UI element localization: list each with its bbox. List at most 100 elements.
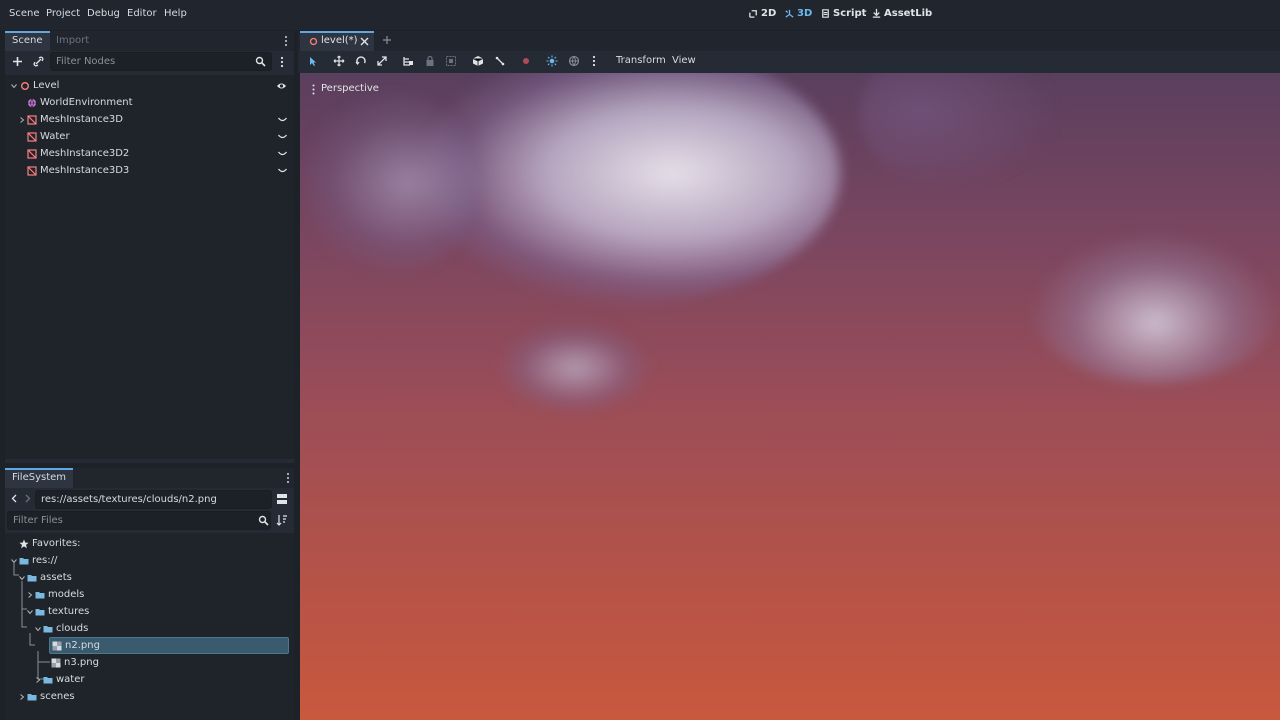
- favorites-row[interactable]: Favorites:: [19, 535, 81, 552]
- file-row-label: textures: [48, 606, 90, 617]
- snap-object-icon[interactable]: [472, 55, 484, 67]
- file-row-clouds[interactable]: clouds: [35, 620, 88, 637]
- chevron-down-icon[interactable]: [11, 83, 17, 89]
- sky-render: [300, 73, 1280, 720]
- select-tool-icon[interactable]: [307, 55, 319, 67]
- chevron-down-icon[interactable]: [19, 575, 25, 581]
- menu-help[interactable]: Help: [164, 8, 187, 19]
- file-row-n2-png[interactable]: n2.png: [49, 637, 289, 654]
- file-row-assets[interactable]: assets: [19, 569, 72, 586]
- workspace-script-button[interactable]: Script: [820, 8, 866, 19]
- download-icon: [872, 8, 881, 18]
- tree-node-label: MeshInstance3D3: [40, 165, 130, 176]
- lock-icon[interactable]: [424, 55, 436, 67]
- link-icon[interactable]: [33, 56, 44, 67]
- add-node-icon[interactable]: [12, 56, 23, 67]
- preview-sun-icon[interactable]: [520, 55, 532, 67]
- visibility-closed-eye-icon[interactable]: [278, 117, 287, 123]
- folder-icon: [27, 693, 37, 700]
- menu-project[interactable]: Project: [46, 8, 80, 19]
- tab-scene[interactable]: Scene: [5, 31, 50, 51]
- search-icon: [258, 515, 269, 526]
- tree-node-meshinstance3d[interactable]: MeshInstance3D: [19, 111, 291, 128]
- menu-scene[interactable]: Scene: [9, 8, 40, 19]
- tree-node-meshinstance3d3[interactable]: MeshInstance3D3: [27, 162, 291, 179]
- viewport-menu-icon[interactable]: [311, 84, 316, 95]
- tab-filesystem[interactable]: FileSystem: [5, 468, 74, 488]
- tree-node-label: WorldEnvironment: [40, 97, 133, 108]
- visibility-closed-eye-icon[interactable]: [278, 134, 287, 140]
- menu-bar: Scene Project Debug Editor Help 2D 3D Sc…: [0, 0, 1280, 30]
- scene-options-icon[interactable]: [279, 56, 285, 68]
- forward-arrow-icon[interactable]: [25, 494, 31, 503]
- back-arrow-icon[interactable]: [11, 494, 17, 503]
- sun-icon[interactable]: [546, 55, 558, 67]
- split-mode-icon[interactable]: [276, 493, 288, 505]
- tree-node-meshinstance3d2[interactable]: MeshInstance3D2: [27, 145, 291, 162]
- add-tab-icon[interactable]: [382, 35, 392, 45]
- group-icon[interactable]: [445, 55, 457, 67]
- chevron-right-icon[interactable]: [27, 591, 33, 598]
- image-file-icon: [52, 641, 62, 650]
- chevron-right-icon[interactable]: [19, 693, 25, 700]
- rotate-tool-icon[interactable]: [355, 55, 367, 67]
- workspace-3d-button[interactable]: 3D: [784, 8, 812, 19]
- path-field[interactable]: res://assets/textures/clouds/n2.png: [35, 490, 272, 509]
- file-row-label: models: [48, 589, 85, 600]
- file-row-water[interactable]: water: [35, 671, 85, 688]
- folder-icon: [43, 625, 53, 632]
- view-menu[interactable]: View: [672, 55, 696, 66]
- move-tool-icon[interactable]: [333, 55, 345, 67]
- filter-nodes-input[interactable]: Filter Nodes: [50, 52, 272, 71]
- 3d-viewport[interactable]: Perspective: [300, 73, 1280, 720]
- viewport-perspective-label[interactable]: Perspective: [321, 83, 379, 94]
- menu-debug[interactable]: Debug: [87, 8, 120, 19]
- scene-tab-label: level(*): [321, 35, 358, 46]
- tab-import[interactable]: Import: [49, 31, 96, 51]
- filter-files-input[interactable]: Filter Files: [7, 511, 271, 530]
- node3d-icon: [21, 81, 29, 90]
- chevron-down-icon[interactable]: [27, 609, 33, 615]
- transform-menu[interactable]: Transform: [616, 55, 666, 66]
- scene-tab-level[interactable]: level(*): [300, 31, 374, 51]
- tree-node-label: Level: [33, 80, 60, 91]
- dock-menu-icon[interactable]: [285, 472, 291, 484]
- tree-node-level[interactable]: Level: [11, 77, 291, 94]
- file-row-textures[interactable]: textures: [27, 603, 89, 620]
- visibility-closed-eye-icon[interactable]: [278, 168, 287, 174]
- folder-icon: [35, 608, 45, 615]
- visibility-eye-icon[interactable]: [276, 82, 287, 90]
- bone-icon[interactable]: [494, 55, 506, 67]
- file-row-n3-png[interactable]: n3.png: [51, 654, 99, 671]
- chevron-down-icon[interactable]: [35, 626, 41, 632]
- more-options-icon[interactable]: [591, 55, 597, 67]
- folder-icon: [35, 591, 45, 598]
- tree-node-worldenvironment[interactable]: WorldEnvironment: [27, 94, 291, 111]
- star-icon: [19, 539, 29, 548]
- scale-tool-icon[interactable]: [376, 55, 388, 67]
- chevron-right-icon[interactable]: [35, 676, 41, 683]
- workspace-assetlib-label: AssetLib: [884, 8, 933, 19]
- visibility-closed-eye-icon[interactable]: [278, 151, 287, 157]
- dock-menu-icon[interactable]: [283, 35, 289, 47]
- workspace-3d-label: 3D: [797, 8, 813, 19]
- 2d-icon: [749, 10, 757, 18]
- list-select-icon[interactable]: [402, 55, 414, 67]
- chevron-right-icon[interactable]: [19, 116, 25, 123]
- workspace-assetlib-button[interactable]: AssetLib: [871, 8, 932, 19]
- filesystem-dock-tabbar: FileSystem: [5, 468, 294, 488]
- tree-node-water[interactable]: Water: [27, 128, 291, 145]
- scene-dock-tabbar: Scene Import: [5, 31, 294, 51]
- file-row-label: n3.png: [64, 657, 99, 668]
- file-row-label: n2.png: [65, 640, 100, 651]
- scene-dock: Scene Import Filter Nodes Level WorldEnv…: [5, 31, 294, 463]
- file-row-scenes[interactable]: scenes: [19, 688, 75, 705]
- file-row-models[interactable]: models: [27, 586, 84, 603]
- tree-node-label: MeshInstance3D2: [40, 148, 130, 159]
- sort-icon[interactable]: [276, 514, 288, 526]
- environment-globe-icon[interactable]: [568, 55, 580, 67]
- workspace-2d-button[interactable]: 2D: [748, 8, 776, 19]
- menu-editor[interactable]: Editor: [127, 8, 157, 19]
- workspace-2d-label: 2D: [761, 8, 777, 19]
- close-icon[interactable]: [360, 37, 369, 46]
